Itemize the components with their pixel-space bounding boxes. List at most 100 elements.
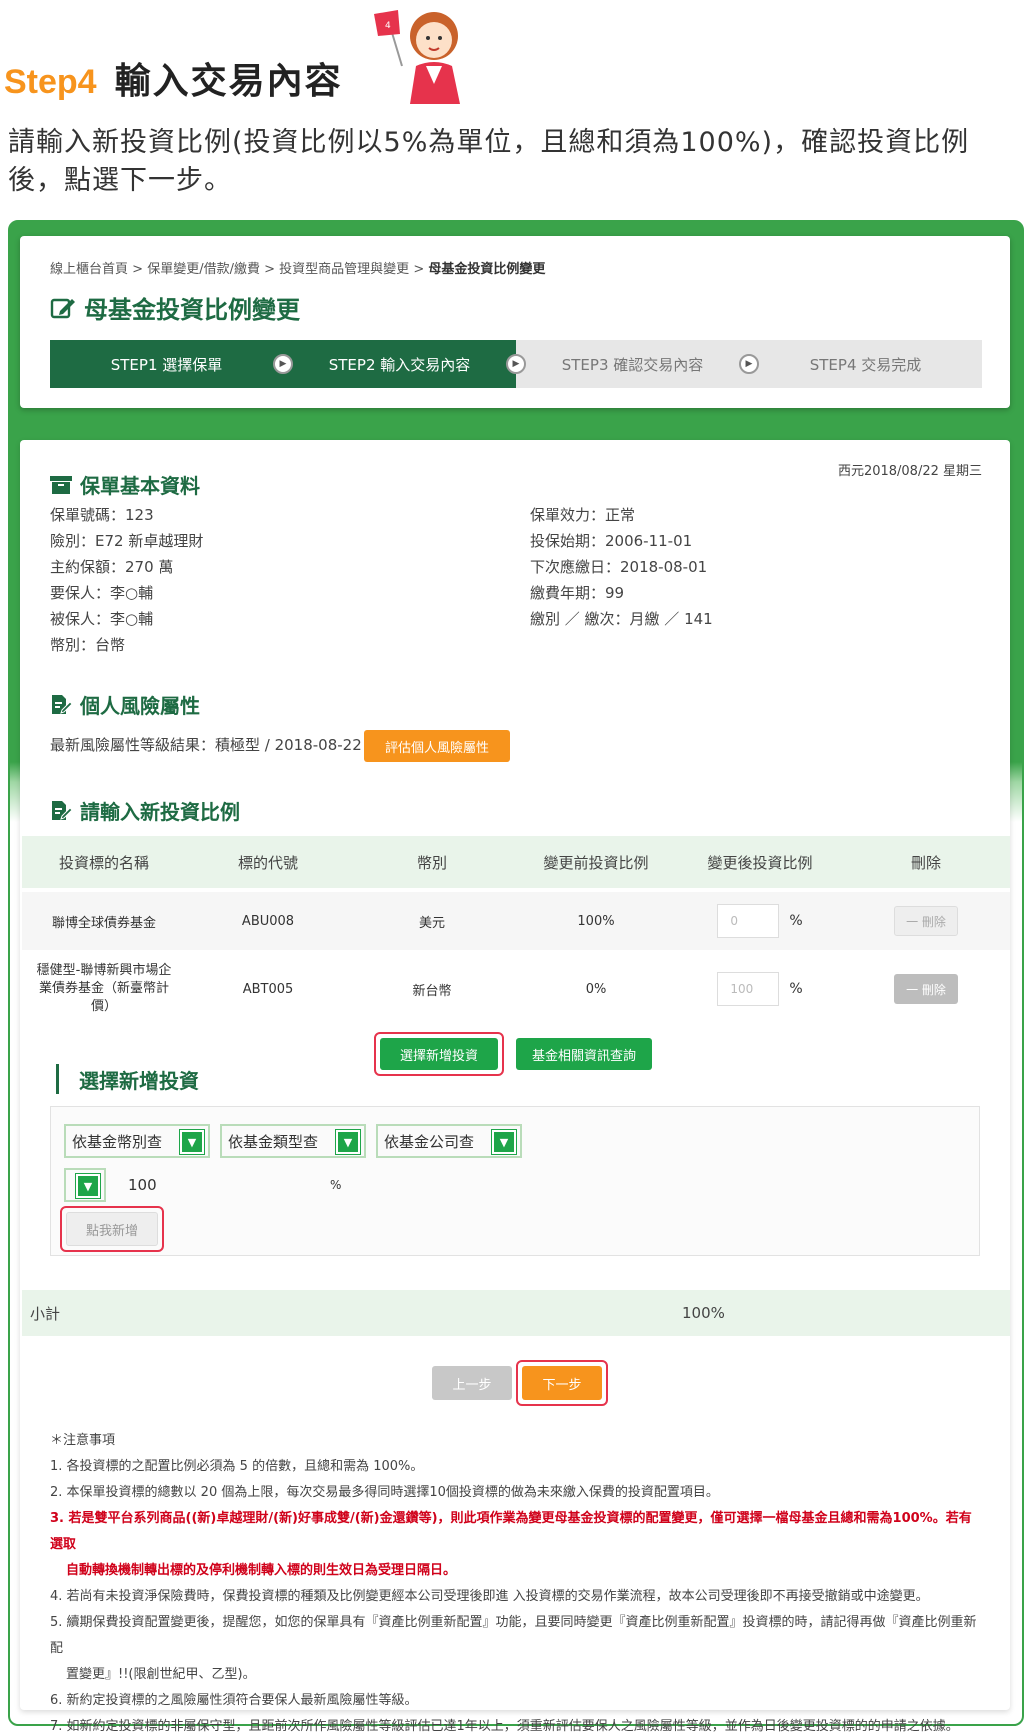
policy-holder: 要保人：李○輔: [50, 584, 154, 602]
notes-section: ＊注意事項 1. 各投資標的之配置比例必須為 5 的倍數，且總和需為 100%。…: [50, 1428, 980, 1732]
policy-number: 保單號碼：123: [50, 506, 154, 524]
fund-currency: 美元: [418, 915, 445, 931]
table-row: 穩健型-聯博新興市場企業債券基金（新臺幣計價） ABT005 新台幣 0% 10…: [22, 950, 1010, 1028]
archive-box-icon: [50, 475, 72, 494]
subtotal-value: 100%: [682, 1304, 725, 1322]
mascot-flag-number: 4: [385, 21, 391, 31]
delete-button[interactable]: 一 刪除: [894, 906, 958, 936]
breadcrumb-separator: >: [413, 262, 425, 277]
percent-sign: %: [789, 981, 803, 997]
col-currency: 幣別: [416, 853, 447, 872]
highlight-click-add: [60, 1206, 164, 1252]
page-title: 母基金投資比例變更: [50, 290, 300, 325]
policy-sum-insured: 主約保額：270 萬: [50, 558, 174, 576]
step-number: Step4: [4, 63, 97, 101]
step-3: STEP3 確認交易內容 ▶: [516, 340, 759, 388]
step-2-label: STEP2 輸入交易內容: [328, 355, 471, 374]
step-3-label: STEP3 確認交易內容: [561, 355, 704, 374]
breadcrumb-policy-change[interactable]: 保單變更/借款/繳費: [147, 262, 260, 277]
col-ratio-before: 變更前投資比例: [543, 853, 649, 872]
col-ratio-after: 變更後投資比例: [707, 853, 813, 872]
chevron-down-icon: ▼: [76, 1174, 100, 1198]
col-fund-name: 投資標的名稱: [58, 853, 149, 872]
table-row: 聯博全球債券基金 ABU008 美元 100% 0 % 一 刪除: [22, 892, 1010, 950]
step-4-label: STEP4 交易完成: [809, 355, 922, 374]
fund-code: ABT005: [242, 981, 294, 997]
amount-percent-sign: %: [330, 1178, 342, 1192]
note-item-important: 自動轉換機制轉出標的及停利機制轉入標的則生效日為受理日隔日。: [66, 1563, 457, 1578]
breadcrumb: 線上櫃台首頁 > 保單變更/借款/繳費 > 投資型商品管理與變更 > 母基金投資…: [50, 258, 545, 277]
highlight-add-investment: [374, 1032, 504, 1076]
company-filter-dropdown[interactable]: 依基金公司查 ▼: [376, 1124, 522, 1158]
step-name: 輸入交易內容: [114, 61, 343, 102]
breadcrumb-investment[interactable]: 投資型商品管理與變更: [279, 262, 409, 277]
ratio-heading-text: 請輸入新投資比例: [80, 800, 240, 824]
highlight-next-step: [516, 1360, 608, 1406]
step-heading: Step4 輸入交易內容: [4, 52, 343, 102]
note-item: 1. 各投資標的之配置比例必須為 5 的倍數，且總和需為 100%。: [50, 1459, 424, 1474]
breadcrumb-separator: >: [132, 262, 144, 277]
type-filter-dropdown[interactable]: 依基金類型查 ▼: [220, 1124, 366, 1158]
policy-currency: 幣別：台幣: [50, 636, 126, 654]
policy-insured: 被保人：李○輔: [50, 610, 154, 628]
col-fund-code: 標的代號: [237, 853, 298, 872]
ratio-after-cell: 0 %: [678, 904, 842, 938]
breadcrumb-current: 母基金投資比例變更: [428, 262, 546, 277]
subtotal-row: 小計 100%: [22, 1290, 1010, 1336]
breadcrumb-home[interactable]: 線上櫃台首頁: [50, 262, 128, 277]
chevron-down-icon: ▼: [336, 1130, 360, 1154]
document-edit-icon: [52, 694, 72, 714]
chevron-down-icon: ▼: [180, 1130, 204, 1154]
select-new-heading: 選擇新增投資: [56, 1064, 199, 1094]
step-1: STEP1 選擇保單 ▶: [50, 340, 293, 388]
policy-type: 險別：E72 新卓越理財: [50, 532, 204, 550]
fund-name: 穩健型-聯博新興市場企業債券基金（新臺幣計價）: [36, 963, 172, 1014]
step-arrow-icon: ▶: [506, 354, 526, 374]
currency-filter-dropdown[interactable]: 依基金幣別查 ▼: [64, 1124, 210, 1158]
step-2: STEP2 輸入交易內容 ▶: [283, 340, 526, 388]
edit-icon: [50, 298, 75, 318]
delete-button[interactable]: 一 刪除: [894, 974, 958, 1004]
delete-cell: 一 刪除: [842, 906, 1010, 936]
note-item: 5. 續期保費投資配置變更後，提醒您，如您的保單具有『資產比例重新配置』功能，且…: [50, 1615, 977, 1656]
policy-status: 保單效力：正常: [530, 506, 636, 524]
company-filter-label: 依基金公司查: [384, 1132, 475, 1151]
percent-sign: %: [789, 913, 803, 929]
prev-step-button[interactable]: 上一步: [432, 1366, 512, 1400]
policy-next-due: 下次應繳日：2018-08-01: [530, 558, 708, 576]
policy-heading-text: 保單基本資料: [80, 474, 200, 498]
risk-heading-text: 個人風險屬性: [80, 694, 200, 718]
intro-text: 請輸入新投資比例(投資比例以5%為單位，且總和須為100%)，確認投資比例後，點…: [8, 127, 970, 196]
assess-risk-button[interactable]: 評估個人風險屬性: [364, 730, 510, 762]
delete-cell: 一 刪除: [842, 974, 1010, 1004]
note-item: 7. 如新約定投資標的非屬保守型，且距前次所作風險屬性等級評估已達1年以上，須重…: [50, 1719, 959, 1732]
step-4: STEP4 交易完成: [749, 340, 982, 388]
progress-steps: STEP1 選擇保單 ▶ STEP2 輸入交易內容 ▶ STEP3 確認交易內容…: [50, 340, 982, 388]
ratio-after-input[interactable]: 0: [717, 904, 780, 938]
ratio-after-input[interactable]: 100: [717, 972, 780, 1006]
ratio-table-header: 投資標的名稱 標的代號 幣別 變更前投資比例 變更後投資比例 刪除: [22, 836, 1010, 888]
fund-code: ABU008: [241, 913, 295, 929]
currency-filter-label: 依基金幣別查: [72, 1132, 163, 1151]
risk-section-heading: 個人風險屬性: [50, 690, 200, 719]
policy-info-right: 保單效力：正常 投保始期：2006-11-01 下次應繳日：2018-08-01…: [530, 502, 713, 632]
note-item: 置變更』!!(限創世紀甲、乙型)。: [66, 1667, 256, 1682]
breadcrumb-separator: >: [264, 262, 276, 277]
subtotal-label: 小計: [30, 1304, 61, 1323]
ratio-before: 0%: [585, 981, 607, 997]
ratio-before: 100%: [577, 913, 615, 929]
step-arrow-icon: ▶: [273, 354, 293, 374]
note-item-important: 3. 若是雙平台系列商品((新)卓越理財/(新)好事成雙/(新)金還鑽等)，則此…: [50, 1511, 972, 1552]
fund-select-dropdown[interactable]: ▼: [64, 1168, 106, 1202]
fund-info-button[interactable]: 基金相關資訊查詢: [516, 1038, 652, 1070]
col-delete: 刪除: [910, 853, 941, 872]
document-edit-icon: [52, 800, 72, 820]
ratio-section-heading: 請輸入新投資比例: [50, 796, 240, 825]
note-item: 6. 新約定投資標的之風險屬性須符合要保人最新風險屬性等級。: [50, 1693, 418, 1708]
policy-pay-years: 繳費年期：99: [530, 584, 625, 602]
mascot-illustration: 4: [374, 10, 460, 104]
policy-info-left: 保單號碼：123 險別：E72 新卓越理財 主約保額：270 萬 要保人：李○輔…: [50, 502, 203, 658]
amount-input[interactable]: 100: [128, 1176, 157, 1194]
note-item: 2. 本保單投資標的總數以 20 個為上限，每次交易最多得同時選擇10個投資標的…: [50, 1485, 719, 1500]
chevron-down-icon: ▼: [492, 1130, 516, 1154]
